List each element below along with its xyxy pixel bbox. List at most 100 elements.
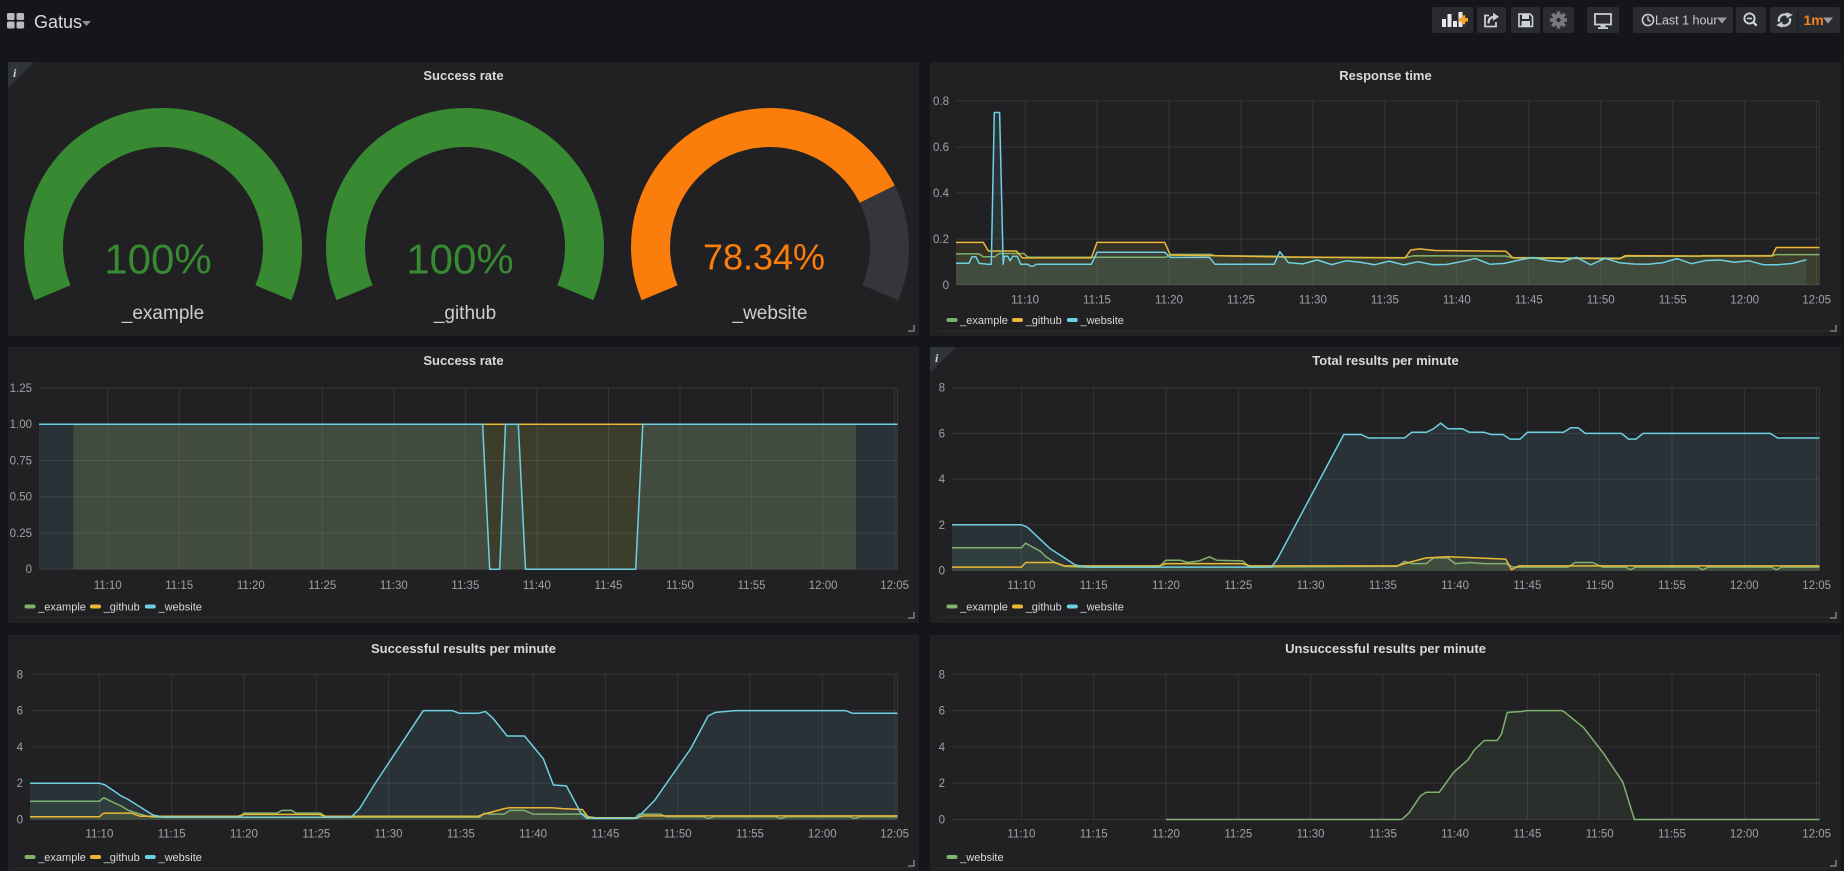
svg-text:8: 8 [939, 383, 945, 395]
svg-text:_website: _website [959, 852, 1003, 864]
svg-text:11:20: 11:20 [237, 580, 265, 592]
svg-text:0.4: 0.4 [933, 188, 950, 200]
svg-text:12:05: 12:05 [880, 829, 909, 841]
svg-text:2: 2 [939, 778, 945, 790]
svg-text:11:15: 11:15 [1083, 295, 1111, 307]
svg-text:11:50: 11:50 [666, 580, 694, 592]
svg-text:11:15: 11:15 [158, 829, 186, 841]
svg-text:12:00: 12:00 [809, 580, 838, 592]
svg-text:11:10: 11:10 [1011, 295, 1039, 307]
svg-text:0.2: 0.2 [933, 234, 949, 246]
svg-text:_github: _github [433, 303, 496, 324]
svg-text:4: 4 [939, 474, 946, 486]
svg-text:11:50: 11:50 [664, 829, 692, 841]
svg-text:11:35: 11:35 [451, 580, 479, 592]
svg-text:_github: _github [1025, 315, 1062, 327]
svg-text:0: 0 [943, 280, 949, 292]
svg-text:11:50: 11:50 [1587, 295, 1615, 307]
svg-text:6: 6 [939, 706, 945, 718]
svg-text:0: 0 [17, 815, 23, 827]
svg-text:78.34%: 78.34% [703, 237, 825, 278]
svg-text:11:10: 11:10 [94, 580, 122, 592]
svg-text:100%: 100% [104, 236, 211, 283]
svg-text:12:00: 12:00 [1730, 829, 1759, 841]
svg-text:11:15: 11:15 [165, 580, 193, 592]
svg-text:11:30: 11:30 [1297, 829, 1325, 841]
svg-text:11:25: 11:25 [302, 829, 330, 841]
svg-text:0.50: 0.50 [10, 492, 32, 504]
svg-text:6: 6 [939, 428, 945, 440]
svg-text:_example: _example [959, 315, 1008, 327]
svg-text:11:30: 11:30 [1297, 580, 1325, 592]
svg-text:11:35: 11:35 [1371, 295, 1399, 307]
svg-text:_github: _github [1025, 602, 1062, 614]
svg-text:11:50: 11:50 [1586, 829, 1614, 841]
svg-text:11:25: 11:25 [1224, 580, 1252, 592]
svg-text:12:00: 12:00 [808, 829, 837, 841]
svg-text:11:40: 11:40 [519, 829, 547, 841]
svg-text:11:40: 11:40 [1441, 829, 1469, 841]
svg-text:_example: _example [959, 602, 1008, 614]
svg-text:100%: 100% [406, 236, 513, 283]
svg-text:_github: _github [103, 602, 140, 614]
svg-text:12:00: 12:00 [1730, 580, 1759, 592]
svg-text:1.00: 1.00 [10, 419, 32, 431]
svg-text:0: 0 [939, 566, 945, 578]
svg-text:0.8: 0.8 [933, 96, 949, 108]
svg-text:11:35: 11:35 [1369, 580, 1397, 592]
svg-text:11:45: 11:45 [1513, 829, 1541, 841]
svg-text:12:00: 12:00 [1730, 295, 1759, 307]
svg-text:11:45: 11:45 [595, 580, 623, 592]
svg-text:8: 8 [17, 669, 23, 681]
svg-text:12:05: 12:05 [1802, 829, 1831, 841]
svg-text:11:35: 11:35 [1369, 829, 1397, 841]
svg-text:11:10: 11:10 [1007, 829, 1035, 841]
svg-text:11:55: 11:55 [1658, 829, 1686, 841]
svg-text:11:20: 11:20 [230, 829, 258, 841]
svg-text:11:10: 11:10 [85, 829, 113, 841]
svg-text:0: 0 [26, 564, 32, 576]
svg-text:11:40: 11:40 [523, 580, 551, 592]
svg-text:_website: _website [158, 602, 202, 614]
svg-text:11:55: 11:55 [736, 829, 764, 841]
svg-text:1m: 1m [1804, 12, 1824, 28]
svg-text:_website: _website [1080, 315, 1124, 327]
svg-text:Last 1 hour: Last 1 hour [1655, 14, 1718, 28]
svg-text:11:10: 11:10 [1007, 580, 1035, 592]
svg-text:_example: _example [121, 303, 204, 324]
svg-text:_example: _example [37, 852, 86, 864]
svg-text:0: 0 [939, 815, 945, 827]
svg-text:11:20: 11:20 [1152, 580, 1180, 592]
svg-text:12:05: 12:05 [1802, 295, 1831, 307]
svg-text:12:05: 12:05 [1802, 580, 1831, 592]
svg-text:_website: _website [732, 303, 808, 324]
svg-text:6: 6 [17, 706, 23, 718]
svg-text:0.6: 0.6 [933, 142, 949, 154]
svg-text:11:30: 11:30 [1299, 295, 1327, 307]
svg-text:0.25: 0.25 [10, 528, 32, 540]
svg-text:_website: _website [158, 852, 202, 864]
svg-text:8: 8 [939, 669, 945, 681]
svg-text:11:55: 11:55 [738, 580, 766, 592]
svg-text:12:05: 12:05 [880, 580, 909, 592]
svg-text:2: 2 [939, 520, 945, 532]
svg-text:11:25: 11:25 [1227, 295, 1255, 307]
svg-text:11:40: 11:40 [1443, 295, 1471, 307]
svg-text:11:25: 11:25 [308, 580, 336, 592]
svg-text:4: 4 [939, 742, 946, 754]
svg-text:11:30: 11:30 [375, 829, 403, 841]
svg-text:0.75: 0.75 [10, 456, 32, 468]
svg-text:11:45: 11:45 [591, 829, 619, 841]
svg-text:11:25: 11:25 [1224, 829, 1252, 841]
svg-text:11:45: 11:45 [1513, 580, 1541, 592]
svg-text:11:55: 11:55 [1659, 295, 1687, 307]
svg-text:11:20: 11:20 [1155, 295, 1183, 307]
svg-text:1.25: 1.25 [10, 383, 32, 395]
svg-text:11:55: 11:55 [1658, 580, 1686, 592]
svg-text:11:15: 11:15 [1080, 580, 1108, 592]
svg-text:11:15: 11:15 [1080, 829, 1108, 841]
svg-text:4: 4 [17, 742, 24, 754]
svg-text:_website: _website [1080, 602, 1124, 614]
svg-text:11:40: 11:40 [1441, 580, 1469, 592]
svg-text:_example: _example [37, 602, 86, 614]
